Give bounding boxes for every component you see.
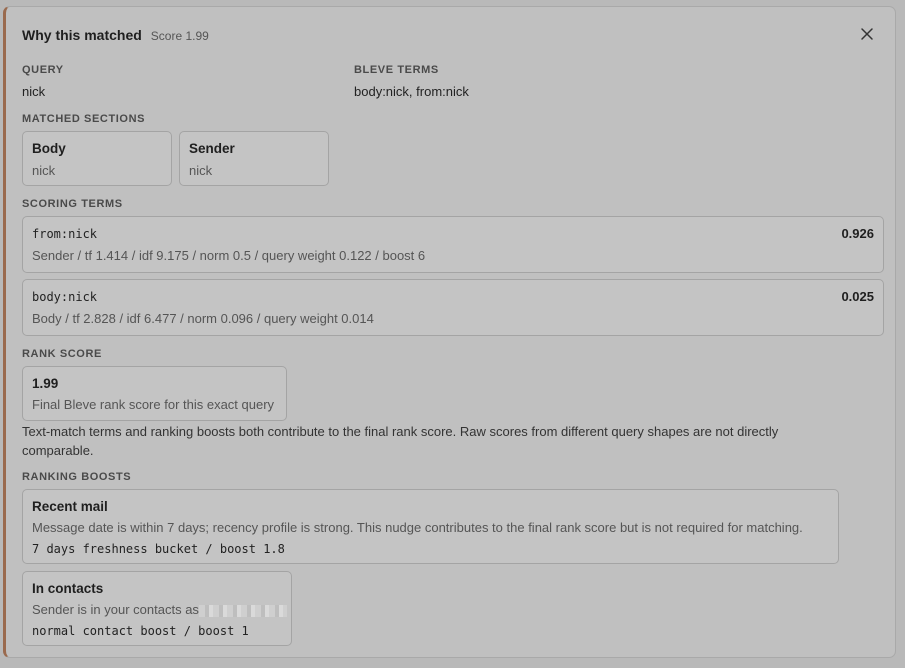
bleve-terms-label: BLEVE TERMS	[354, 64, 439, 76]
boost-title: In contacts	[32, 581, 104, 596]
scoring-term-detail: Sender / tf 1.414 / idf 9.175 / norm 0.5…	[32, 248, 426, 263]
explanation-text: Text-match terms and ranking boosts both…	[22, 424, 779, 458]
score-text: Score 1.99	[150, 29, 209, 43]
scoring-terms-label: SCORING TERMS	[22, 198, 123, 210]
matched-section-value: nick	[32, 163, 56, 178]
ranking-boosts-label: RANKING BOOSTS	[22, 471, 132, 483]
matched-section-title: Sender	[189, 141, 235, 156]
matched-section-title: Body	[32, 141, 66, 156]
matched-section-card: Body nick	[22, 131, 172, 186]
matched-section-card: Sender nick	[179, 131, 329, 186]
close-icon[interactable]	[859, 26, 875, 42]
scoring-term-weight: 0.025	[841, 289, 874, 304]
why-matched-panel: Why this matched Score 1.99 QUERY nick B…	[3, 6, 896, 658]
boost-description-line: Sender is in your contacts as	[32, 602, 287, 617]
scoring-term-name: body:nick	[32, 290, 98, 304]
boost-detail: 7 days freshness bucket / boost 1.8	[32, 542, 285, 556]
query-label: QUERY	[22, 64, 64, 76]
scoring-term-weight: 0.926	[841, 226, 874, 241]
boost-description: Message date is within 7 days; recency p…	[32, 520, 803, 535]
boost-title: Recent mail	[32, 499, 108, 514]
panel-title: Why this matched	[22, 27, 142, 43]
rank-score-label: RANK SCORE	[22, 348, 102, 360]
scoring-term-card: body:nick 0.025 Body / tf 2.828 / idf 6.…	[22, 279, 884, 336]
scoring-term-name: from:nick	[32, 227, 98, 241]
bleve-terms-value: body:nick, from:nick	[354, 84, 469, 99]
scoring-term-detail: Body / tf 2.828 / idf 6.477 / norm 0.096…	[32, 311, 374, 326]
rank-score-value: 1.99	[32, 376, 59, 391]
boost-description: Sender is in your contacts as	[32, 602, 199, 617]
rank-score-card: 1.99 Final Bleve rank score for this exa…	[22, 366, 287, 421]
rank-score-description: Final Bleve rank score for this exact qu…	[32, 397, 275, 412]
redacted-contact	[198, 604, 287, 617]
boost-card: In contacts Sender is in your contacts a…	[22, 571, 292, 646]
scoring-term-card: from:nick 0.926 Sender / tf 1.414 / idf …	[22, 216, 884, 273]
panel-header: Why this matched Score 1.99	[22, 27, 209, 43]
query-value: nick	[22, 84, 46, 99]
boost-detail: normal contact boost / boost 1	[32, 624, 249, 638]
matched-section-value: nick	[189, 163, 213, 178]
matched-sections-label: MATCHED SECTIONS	[22, 113, 146, 125]
boost-card: Recent mail Message date is within 7 day…	[22, 489, 839, 564]
